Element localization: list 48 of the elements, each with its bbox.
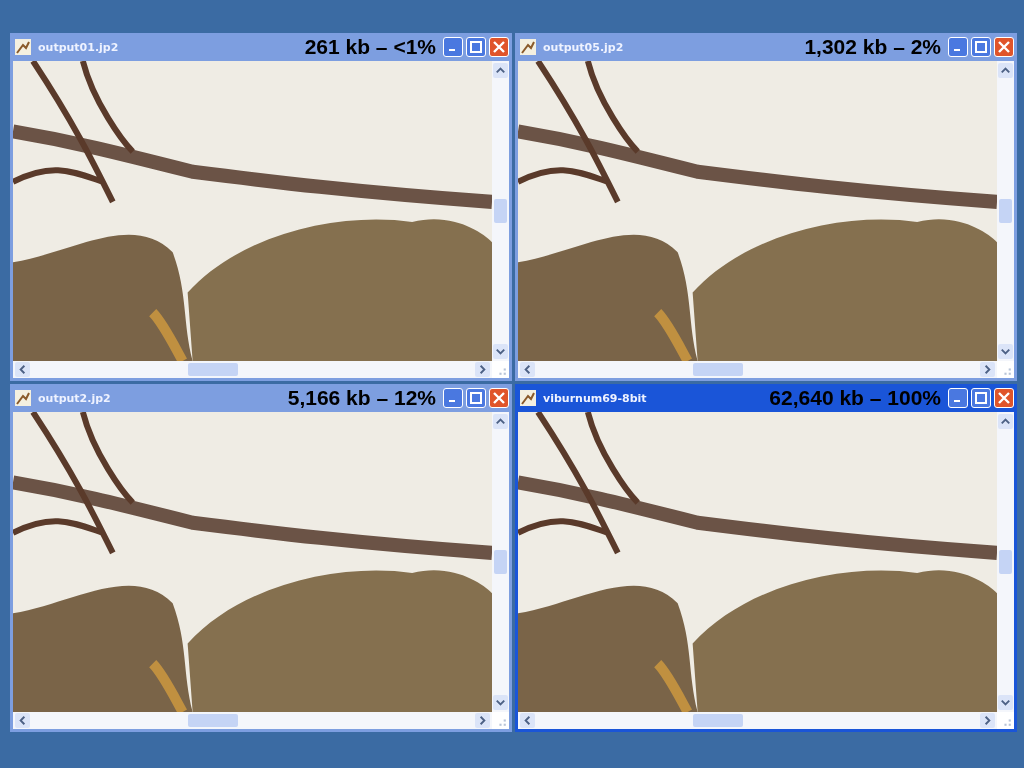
scroll-down-icon[interactable] [493,344,508,359]
file-size-caption: 62,640 kb – 100% [769,386,941,410]
file-size-caption: 261 kb – <1% [304,35,436,59]
scroll-left-icon[interactable] [15,713,30,728]
minimize-button[interactable] [443,388,463,408]
horizontal-scrollbar[interactable] [518,361,997,378]
scroll-right-icon[interactable] [980,362,995,377]
scroll-up-icon[interactable] [493,63,508,78]
scroll-thumb[interactable] [999,199,1012,223]
app-icon [520,39,536,55]
horizontal-scrollbar[interactable] [13,361,492,378]
scroll-down-icon[interactable] [493,695,508,710]
scroll-thumb[interactable] [494,550,507,574]
minimize-button[interactable] [443,37,463,57]
scroll-left-icon[interactable] [520,713,535,728]
scroll-thumb[interactable] [187,363,238,376]
minimize-button[interactable] [948,388,968,408]
app-icon [520,390,536,406]
vertical-scrollbar[interactable] [997,61,1014,361]
scroll-right-icon[interactable] [980,713,995,728]
scroll-thumb[interactable] [692,714,743,727]
window-title: output01.jp2 [38,40,119,54]
vertical-scrollbar[interactable] [997,412,1014,712]
vertical-scrollbar[interactable] [492,412,509,712]
horizontal-scrollbar[interactable] [518,712,997,729]
scroll-up-icon[interactable] [998,63,1013,78]
scroll-left-icon[interactable] [520,362,535,377]
scroll-thumb[interactable] [692,363,743,376]
minimize-button[interactable] [948,37,968,57]
scroll-down-icon[interactable] [998,344,1013,359]
scroll-right-icon[interactable] [475,362,490,377]
window-title: output2.jp2 [38,391,111,405]
window-title: viburnum69-8bit [543,391,647,405]
app-icon [15,390,31,406]
scroll-down-icon[interactable] [998,695,1013,710]
file-size-caption: 5,166 kb – 12% [287,386,436,410]
scroll-up-icon[interactable] [998,414,1013,429]
app-icon [15,39,31,55]
scroll-left-icon[interactable] [15,362,30,377]
scroll-thumb[interactable] [187,714,238,727]
scroll-up-icon[interactable] [493,414,508,429]
vertical-scrollbar[interactable] [492,61,509,361]
scroll-thumb[interactable] [494,199,507,223]
horizontal-scrollbar[interactable] [13,712,492,729]
window-title: output05.jp2 [543,40,624,54]
scroll-right-icon[interactable] [475,713,490,728]
scroll-thumb[interactable] [999,550,1012,574]
file-size-caption: 1,302 kb – 2% [804,35,941,59]
